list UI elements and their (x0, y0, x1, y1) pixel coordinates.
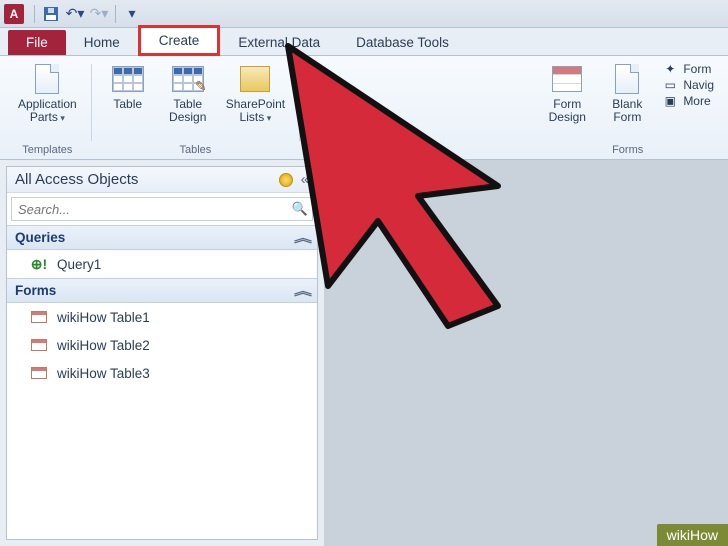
sharepoint-lists-button[interactable]: SharePoint Lists (220, 60, 291, 142)
form-design-label: Form Design (549, 98, 586, 124)
tab-create[interactable]: Create (138, 25, 221, 56)
form-icon (31, 367, 47, 379)
tab-database-tools[interactable]: Database Tools (338, 30, 467, 55)
nav-item-label: wikiHow Table3 (57, 366, 150, 381)
nav-item-label: Query1 (57, 257, 101, 272)
group-label-tables: Tables (100, 142, 291, 159)
search-input[interactable] (12, 202, 288, 217)
nav-search[interactable]: 🔍 (11, 197, 313, 221)
table-design-icon (172, 66, 204, 92)
document-canvas (324, 160, 728, 546)
table-design-button[interactable]: Table Design (160, 60, 216, 142)
table-design-label: Table Design (169, 98, 206, 124)
document-icon (35, 64, 59, 94)
nav-item-query[interactable]: ⊕! Query1 (7, 250, 317, 278)
group-templates: Application Parts Templates (6, 60, 89, 159)
table-button[interactable]: Table (100, 60, 156, 142)
nav-item-form[interactable]: wikiHow Table1 (7, 303, 317, 331)
group-label-templates: Templates (12, 142, 83, 159)
tab-file[interactable]: File (8, 30, 66, 55)
tab-home[interactable]: Home (66, 30, 138, 55)
chevron-up-icon: ︽ (294, 229, 312, 246)
nav-pane-title: All Access Objects (15, 171, 138, 188)
group-tables: Table Table Design SharePoint Lists Tabl… (94, 60, 297, 159)
navigation-icon: ▭ (661, 78, 679, 92)
tab-external-data[interactable]: External Data (220, 30, 338, 55)
navigation-button[interactable]: ▭ Navig (661, 78, 714, 92)
group-separator (299, 64, 300, 141)
nav-item-label: wikiHow Table1 (57, 310, 150, 325)
undo-button[interactable]: ↶▾ (64, 3, 86, 25)
navigation-pane: All Access Objects « 🔍 Queries ︽ ⊕! Quer… (6, 166, 318, 540)
section-queries-label: Queries (15, 230, 65, 245)
application-parts-label: Application Parts (18, 97, 77, 124)
nav-collapse-button[interactable]: « (301, 171, 309, 188)
qat-separator (115, 5, 116, 23)
form-icon (31, 339, 47, 351)
redo-button[interactable]: ↷▾ (88, 3, 110, 25)
blank-form-button[interactable]: Blank Form (599, 60, 655, 142)
sharepoint-icon (240, 66, 270, 92)
save-icon[interactable] (40, 3, 62, 25)
title-bar: A ↶▾ ↷▾ ▾ (0, 0, 728, 28)
watermark: wikiHow (657, 524, 728, 546)
table-label: Table (113, 98, 142, 111)
form-design-button[interactable]: Form Design (539, 60, 595, 142)
nav-item-form[interactable]: wikiHow Table2 (7, 331, 317, 359)
ribbon: Application Parts Templates Table Table … (0, 56, 728, 160)
qat-separator (34, 5, 35, 23)
form-icon (31, 311, 47, 323)
wizard-icon: ✦ (661, 62, 679, 76)
more-forms-icon: ▣ (661, 94, 679, 108)
more-forms-button[interactable]: ▣ More (661, 94, 714, 108)
navigation-label: Navig (683, 78, 714, 92)
more-forms-label: More (683, 94, 710, 108)
query-icon: ⊕! (29, 256, 49, 272)
nav-filter-icon[interactable] (279, 173, 293, 187)
form-wizard-button[interactable]: ✦ Form (661, 62, 714, 76)
sharepoint-lists-label: SharePoint Lists (226, 97, 285, 124)
section-forms-label: Forms (15, 283, 56, 298)
nav-pane-header[interactable]: All Access Objects « (7, 167, 317, 193)
form-wizard-label: Form (683, 62, 711, 76)
workspace: All Access Objects « 🔍 Queries ︽ ⊕! Quer… (0, 160, 728, 546)
section-queries[interactable]: Queries ︽ (7, 225, 317, 250)
chevron-up-icon: ︽ (294, 282, 312, 299)
blank-form-icon (615, 64, 639, 94)
section-forms[interactable]: Forms ︽ (7, 278, 317, 303)
table-icon (112, 66, 144, 92)
application-parts-button[interactable]: Application Parts (12, 60, 83, 142)
group-forms: Form Design Blank Form ✦ Form ▭ Navig ▣ Mor… (533, 60, 722, 159)
form-design-icon (552, 66, 582, 92)
ribbon-tab-bar: File Home Create External Data Database … (0, 28, 728, 56)
blank-form-label: Blank Form (612, 98, 642, 124)
group-label-forms: Forms (539, 142, 716, 159)
group-separator (91, 64, 92, 141)
search-icon[interactable]: 🔍 (288, 201, 312, 217)
nav-item-form[interactable]: wikiHow Table3 (7, 359, 317, 387)
app-badge: A (4, 4, 24, 24)
nav-item-label: wikiHow Table2 (57, 338, 150, 353)
qat-customize-icon[interactable]: ▾ (121, 3, 143, 25)
forms-small-list: ✦ Form ▭ Navig ▣ More (659, 60, 716, 142)
